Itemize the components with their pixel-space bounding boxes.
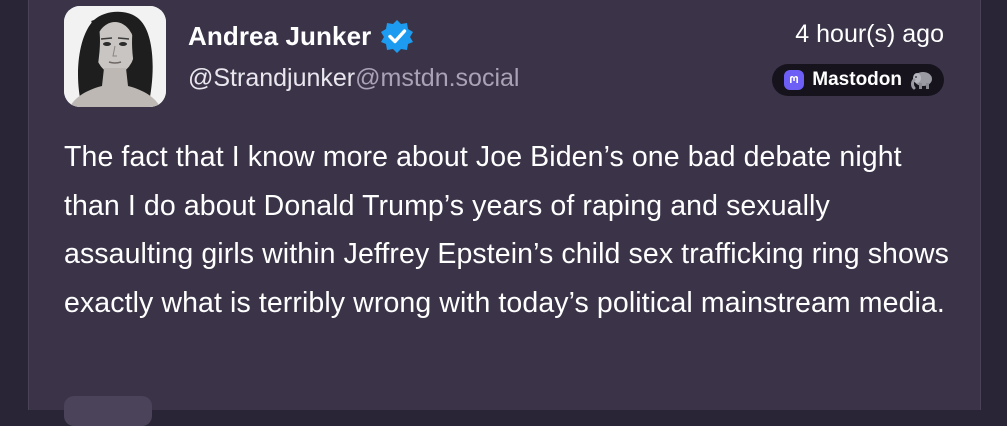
post-timestamp[interactable]: 4 hour(s) ago: [795, 20, 944, 49]
avatar[interactable]: [64, 6, 166, 107]
author-row: Andrea Junker: [188, 18, 415, 54]
author-name[interactable]: Andrea Junker: [188, 21, 371, 52]
avatar-image: [64, 6, 166, 107]
action-button[interactable]: [64, 396, 152, 426]
author-handle[interactable]: @Strandjunker@mstdn.social: [188, 64, 519, 93]
mastodon-logo-icon: [784, 70, 805, 90]
elephant-icon: [911, 72, 932, 90]
post-card: Andrea Junker @Strandjunker@mstdn.social…: [28, 0, 981, 426]
handle-user: @Strandjunker: [188, 64, 356, 92]
post-body-text: The fact that I know more about Joe Bide…: [64, 141, 949, 319]
handle-domain: @mstdn.social: [355, 64, 520, 92]
verified-check-icon: [381, 20, 414, 53]
source-badge[interactable]: Mastodon: [772, 64, 944, 96]
source-label: Mastodon: [812, 69, 902, 90]
